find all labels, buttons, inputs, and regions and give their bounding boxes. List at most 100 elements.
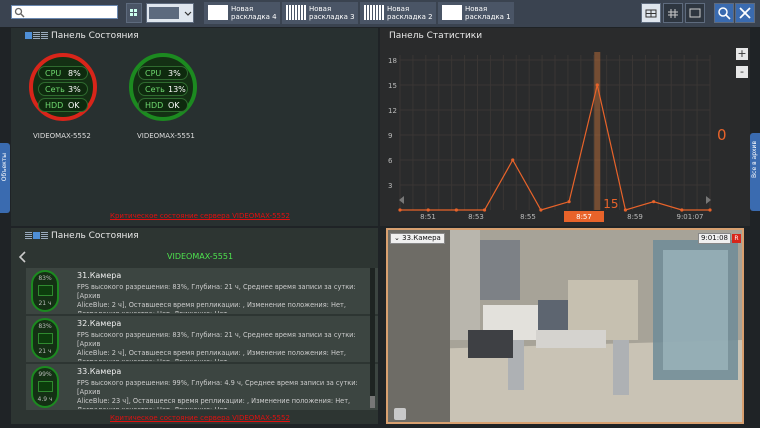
y-tick-label: 3 (388, 182, 392, 190)
objects-side-tab[interactable]: Объекты (0, 143, 10, 213)
data-point[interactable] (482, 208, 487, 212)
stats-panel: Панель Статистики 18 15 12 9 6 3 15 8:51 8:53 8:5… (380, 28, 750, 226)
data-point[interactable] (426, 208, 430, 212)
data-point[interactable] (623, 208, 628, 212)
layout-preview (149, 7, 179, 19)
data-point[interactable] (511, 158, 515, 162)
layout-single-button[interactable] (685, 3, 705, 23)
panel-view-icons (25, 32, 49, 42)
monitor-icon (38, 381, 53, 392)
tab-layout-3[interactable]: Новая раскладка 3 (282, 2, 358, 24)
panel-header: Панель Состояния (11, 228, 378, 245)
camera-row[interactable]: 99% 4.9 ч 33.Камера FPS высокого разреше… (26, 364, 378, 410)
search-person-icon (718, 7, 731, 20)
panel-view-icons (25, 232, 49, 242)
server-gauge[interactable]: CPU 3% Сеть 13% HDD OK (129, 53, 197, 121)
scrollbar-thumb[interactable] (370, 396, 375, 408)
camera-viewport[interactable]: ⌄ 33.Камера 9:01:08 R (386, 228, 744, 424)
camera-label-box[interactable]: ⌄ 33.Камера (390, 233, 445, 244)
detail-view-icon[interactable] (41, 32, 48, 39)
camera-status-icon: 99% 4.9 ч (31, 366, 59, 408)
tab-label: Новая раскладка 2 (387, 5, 433, 21)
metric-label: HDD (45, 101, 64, 110)
tab-layout-4[interactable]: Новая раскладка 4 (204, 2, 280, 24)
chevron-down-icon (184, 11, 192, 16)
monitor-icon (38, 333, 53, 344)
data-point[interactable] (680, 208, 684, 212)
layout-hash-button[interactable] (663, 3, 683, 23)
critical-status-link[interactable]: Критическое состояние сервера VIDEOMAX-5… (110, 212, 290, 220)
camera-name: 31.Камера (77, 271, 122, 280)
data-point[interactable] (567, 200, 571, 204)
camera-status-icon: 83% 21 ч (31, 270, 59, 312)
metric-label: CPU (145, 69, 162, 78)
record-indicator: R (732, 234, 741, 243)
metric-label: Сеть (45, 85, 65, 94)
x-tick-label: 8:55 (520, 213, 536, 221)
camera-status-icon: 83% 21 ч (31, 318, 59, 360)
fps-value: 99% (38, 371, 52, 378)
layout-thumbnail (208, 5, 228, 20)
detail-view-icon[interactable] (41, 232, 48, 239)
metric-label: CPU (45, 69, 62, 78)
gauge-row: HDD OK (38, 98, 88, 112)
list-view-icon[interactable] (33, 32, 40, 39)
server-gauge[interactable]: CPU 8% Сеть 3% HDD OK (29, 53, 97, 121)
data-point[interactable] (595, 83, 599, 87)
hash-icon (668, 9, 678, 18)
tile-view-icon[interactable] (25, 232, 32, 239)
panel-title: Панель Состояния (51, 231, 139, 241)
critical-status-link[interactable]: Критическое состояние сервера VIDEOMAX-5… (110, 414, 290, 422)
camera-name: 33.Камера (77, 367, 122, 376)
metric-value: OK (168, 101, 180, 110)
x-tick-label: 8:57 (576, 213, 592, 221)
metric-value: OK (68, 101, 80, 110)
zoom-in-button[interactable]: + (736, 48, 748, 60)
scrollbar[interactable] (370, 268, 375, 408)
data-point[interactable] (708, 208, 712, 212)
current-value: 0 (717, 126, 727, 144)
data-point[interactable] (652, 200, 656, 204)
tab-layout-1[interactable]: Новая раскладка 1 (438, 2, 514, 24)
zoom-out-button[interactable]: - (736, 66, 748, 78)
metric-value: 3% (168, 69, 181, 78)
search-input[interactable] (11, 5, 118, 19)
marker-value: 15 (603, 197, 618, 211)
layout-grid-view-button[interactable] (641, 3, 661, 23)
tile-view-icon[interactable] (25, 32, 32, 39)
x-tick-label: 8:53 (468, 213, 484, 221)
camera-row[interactable]: 83% 21 ч 31.Камера FPS высокого разрешен… (26, 268, 378, 314)
layout-select[interactable] (146, 3, 194, 23)
side-tab-label: Объекты (1, 153, 8, 182)
metric-label: Сеть (145, 85, 165, 94)
camera-description: FPS высокого разрешения: 83%, Глубина: 2… (77, 283, 356, 313)
highlight-band (594, 52, 601, 210)
gauge-row: Сеть 3% (38, 82, 88, 96)
layout-grid-button[interactable] (126, 3, 142, 23)
archive-side-tab[interactable]: Все в архив (750, 133, 760, 211)
monitor-icon (38, 285, 53, 296)
back-arrow-icon[interactable] (18, 251, 28, 263)
status-panel-cameras: Панель Состояния VIDEOMAX-5551 83% 21 ч … (11, 228, 378, 424)
y-tick-label: 9 (388, 132, 392, 140)
data-point[interactable] (454, 208, 458, 212)
tab-layout-2[interactable]: Новая раскладка 2 (360, 2, 436, 24)
settings-button[interactable] (735, 3, 755, 23)
gauge-row: Сеть 13% (138, 82, 188, 96)
y-tick-label: 6 (388, 157, 393, 165)
gauge-row: CPU 8% (38, 66, 88, 80)
gauge-row: CPU 3% (138, 66, 188, 80)
chevron-down-icon: ⌄ (394, 234, 400, 242)
y-tick-label: 15 (388, 82, 397, 90)
list-view-icon[interactable] (33, 232, 40, 239)
depth-value: 21 ч (38, 348, 52, 355)
camera-row[interactable]: 83% 21 ч 32.Камера FPS высокого разрешен… (26, 316, 378, 362)
layout-thumbnail (364, 5, 384, 20)
search-camera-button[interactable] (714, 3, 734, 23)
data-point[interactable] (398, 208, 402, 212)
tab-label: Новая раскладка 1 (465, 5, 511, 21)
fps-value: 83% (38, 275, 52, 282)
ptz-control-icon[interactable] (394, 408, 406, 420)
data-point[interactable] (539, 208, 543, 212)
y-tick-label: 12 (388, 107, 397, 115)
